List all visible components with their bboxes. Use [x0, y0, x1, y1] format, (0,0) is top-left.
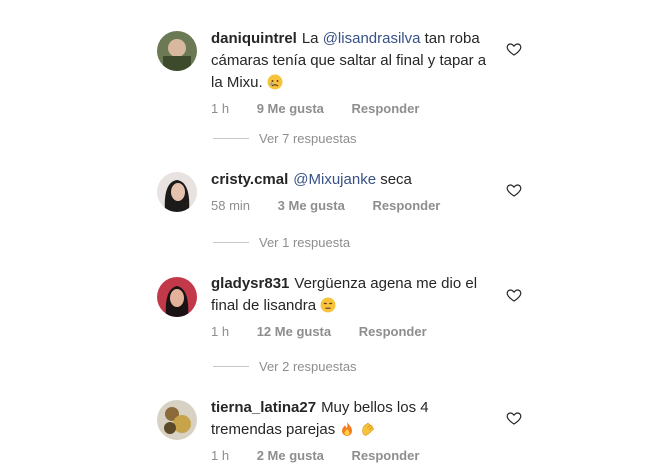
- avatar[interactable]: [157, 400, 197, 440]
- reply-button[interactable]: Responder: [359, 324, 427, 339]
- comment-text: cristy.cmal @Mixujanke seca: [211, 169, 491, 191]
- reply-button[interactable]: Responder: [352, 448, 420, 463]
- likes-count[interactable]: 9 Me gusta: [257, 101, 324, 116]
- clapping-hands-emoji: [361, 422, 374, 436]
- view-replies-button[interactable]: Ver 7 respuestas: [213, 131, 357, 146]
- mention-link[interactable]: @lisandrasilva: [323, 30, 421, 47]
- divider-line: [213, 138, 249, 139]
- fire-emoji: [342, 422, 353, 436]
- likes-count[interactable]: 2 Me gusta: [257, 448, 324, 463]
- comment-meta: 1 h 9 Me gusta Responder: [211, 101, 491, 116]
- comment-meta: 58 min 3 Me gusta Responder: [211, 198, 491, 213]
- divider-line: [213, 242, 249, 243]
- heart-outline-icon[interactable]: [506, 287, 522, 303]
- avatar[interactable]: [157, 172, 197, 212]
- avatar[interactable]: [157, 277, 197, 317]
- comment-time: 1 h: [211, 448, 230, 463]
- view-replies-label: Ver 2 respuestas: [259, 359, 357, 374]
- username-link[interactable]: gladysr831: [211, 275, 289, 292]
- view-replies-button[interactable]: Ver 1 respuesta: [213, 235, 350, 250]
- reply-button[interactable]: Responder: [352, 101, 420, 116]
- reply-button[interactable]: Responder: [372, 198, 440, 213]
- comment-text: gladysr831 Vergüenza agena me dio el fina…: [211, 273, 491, 317]
- comment-prefix: La: [301, 30, 319, 47]
- crying-face-emoji: [267, 74, 283, 90]
- likes-count[interactable]: 12 Me gusta: [257, 324, 331, 339]
- username-link[interactable]: cristy.cmal: [211, 171, 288, 188]
- comment-text: daniquintrel La @lisandrasilva tan roba c…: [211, 28, 491, 94]
- comment-body: seca: [380, 171, 412, 188]
- comment-meta: 1 h 2 Me gusta Responder: [211, 448, 491, 463]
- divider-line: [213, 366, 249, 367]
- heart-outline-icon[interactable]: [506, 410, 522, 426]
- mention-link[interactable]: @Mixujanke: [293, 171, 376, 188]
- view-replies-label: Ver 7 respuestas: [259, 131, 357, 146]
- comment-text: tierna_latina27 Muy bellos los 4 tremenda…: [211, 397, 491, 441]
- comment-time: 58 min: [211, 198, 251, 213]
- comment-time: 1 h: [211, 101, 230, 116]
- comment-time: 1 h: [211, 324, 230, 339]
- username-link[interactable]: daniquintrel: [211, 30, 297, 47]
- heart-outline-icon[interactable]: [506, 182, 522, 198]
- avatar[interactable]: [157, 31, 197, 71]
- heart-outline-icon[interactable]: [506, 41, 522, 57]
- likes-count[interactable]: 3 Me gusta: [278, 198, 345, 213]
- comment-meta: 1 h 12 Me gusta Responder: [211, 324, 491, 339]
- view-replies-button[interactable]: Ver 2 respuestas: [213, 359, 357, 374]
- unamused-face-emoji: [320, 297, 336, 313]
- view-replies-label: Ver 1 respuesta: [259, 235, 351, 250]
- username-link[interactable]: tierna_latina27: [211, 399, 316, 416]
